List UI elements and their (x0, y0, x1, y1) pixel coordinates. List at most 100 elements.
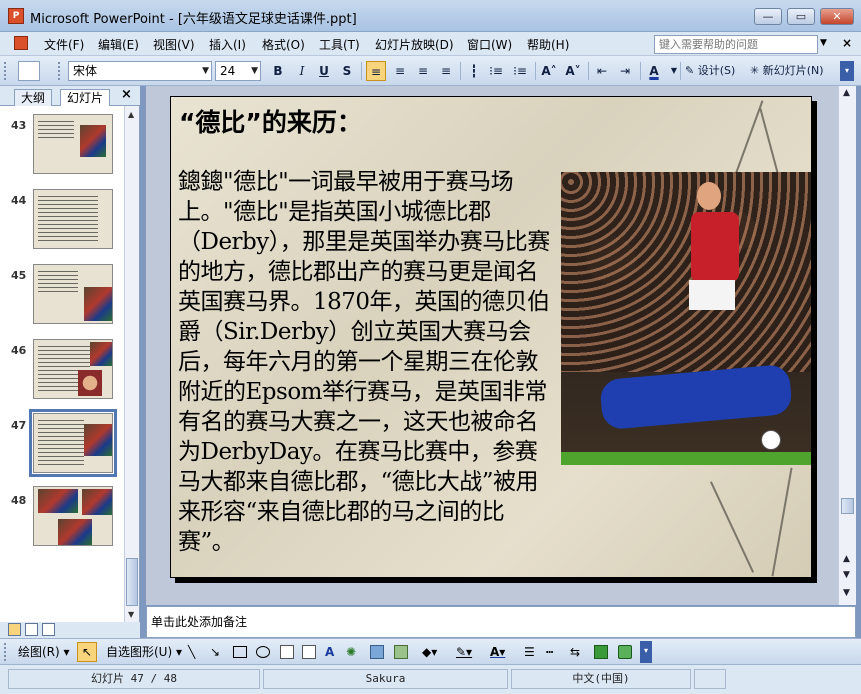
football-photo[interactable] (561, 172, 811, 465)
scroll-up-icon[interactable]: ▲ (128, 110, 134, 119)
chevron-down-icon[interactable]: ▼ (664, 61, 684, 81)
slide-vertical-scrollbar[interactable]: ▲ ▲ ▼ ▼ (838, 86, 856, 605)
slide-thumbnail-47[interactable] (29, 409, 117, 477)
font-size-select[interactable]: 24 ▼ (215, 61, 261, 81)
slides-panel-scrollbar[interactable]: ▲ ▼ (124, 106, 139, 622)
slide-thumbnail-48[interactable] (33, 486, 113, 546)
align-right-button[interactable]: ≡ (413, 61, 433, 81)
align-left-button[interactable]: ≡ (366, 61, 386, 81)
menu-help[interactable]: 帮助(H) (527, 36, 569, 53)
textbox-icon[interactable] (280, 645, 294, 659)
scroll-down-icon[interactable]: ▼ (128, 610, 134, 619)
picture-icon[interactable] (394, 645, 408, 659)
underline-button[interactable]: U (314, 61, 334, 81)
line-icon[interactable]: ╲ (188, 643, 195, 661)
tab-outline[interactable]: 大纲 (14, 89, 53, 106)
design-button[interactable]: ✎ 设计(S) (685, 61, 735, 81)
justify-button[interactable]: ≡ (436, 61, 456, 81)
slideshow-view-icon[interactable] (42, 623, 55, 636)
document-icon[interactable] (14, 36, 28, 50)
slides-panel: 大纲 幻灯片 × 43 44 45 46 47 48 ▲ ▼ (0, 86, 140, 622)
formatting-toolbar: 宋体 ▼ 24 ▼ B I U S ≡ ≡ ≡ ≡ ┇ ⁝≡ ⁝≡ A˄ A˅ … (0, 56, 861, 86)
dash-style-icon[interactable]: ┅ (546, 643, 553, 661)
drawing-toolbar: 绘图(R) ▾ ↖ 自选图形(U) ▾ ╲ ↘ A ✺ ◆▾ ✎▾ A▾ ☰ ┅… (0, 638, 861, 664)
notes-pane[interactable]: 单击此处添加备注 (146, 606, 856, 638)
slide-sorter-view-icon[interactable] (25, 623, 38, 636)
help-dropdown-icon[interactable]: ▼ (820, 38, 827, 48)
3d-style-icon[interactable] (618, 645, 632, 659)
line-color-icon[interactable]: ✎▾ (456, 643, 472, 661)
grow-font-button[interactable]: A˄ (539, 61, 559, 81)
toolbar-grip[interactable] (4, 62, 7, 80)
toolbar-grip[interactable] (4, 643, 7, 661)
toolbar-options-icon[interactable]: ▾ (640, 641, 652, 663)
arrow-icon[interactable]: ↘ (210, 643, 220, 661)
decorative-branch (709, 481, 755, 573)
tab-slides[interactable]: 幻灯片 (60, 89, 111, 106)
menu-window[interactable]: 窗口(W) (467, 36, 512, 53)
toolbar-grip[interactable] (58, 62, 61, 80)
shadow-button[interactable]: S (337, 61, 357, 81)
bullets-button[interactable]: ⁝≡ (510, 61, 530, 81)
panel-tabs: 大纲 幻灯片 × (0, 86, 140, 106)
clipart-icon[interactable] (370, 645, 384, 659)
vertical-align-icon[interactable]: ┇ (464, 61, 484, 81)
increase-indent-button[interactable]: ⇥ (615, 61, 635, 81)
menu-insert[interactable]: 插入(I) (209, 36, 246, 53)
align-center-button[interactable]: ≡ (390, 61, 410, 81)
new-slide-button[interactable]: ✳ 新幻灯片(N) (750, 61, 824, 81)
autoshapes-menu[interactable]: 自选图形(U) ▾ (106, 643, 182, 661)
menu-edit[interactable]: 编辑(E) (98, 36, 139, 53)
next-slide-icon[interactable]: ▼ (843, 570, 850, 580)
slide-thumbnail-44[interactable] (33, 189, 113, 249)
scroll-up-icon[interactable]: ▲ (843, 88, 850, 98)
menu-slideshow[interactable]: 幻灯片放映(D) (375, 36, 454, 53)
scroll-down-icon[interactable]: ▼ (843, 588, 850, 598)
draw-menu[interactable]: 绘图(R) ▾ (18, 643, 70, 661)
diagram-icon[interactable]: ✺ (346, 643, 356, 661)
new-document-icon[interactable] (18, 61, 40, 81)
italic-button[interactable]: I (292, 61, 312, 81)
shadow-style-icon[interactable] (594, 645, 608, 659)
slide-thumbnail-46[interactable] (33, 339, 113, 399)
menu-file[interactable]: 文件(F) (44, 36, 84, 53)
close-panel-button[interactable]: × (121, 87, 132, 102)
previous-slide-icon[interactable]: ▲ (843, 554, 850, 564)
current-slide[interactable]: “德比”的来历： 鏓鏓"德比"一词最早被用于赛马场上。"德比"是指英国小城德比郡… (170, 96, 812, 578)
menu-format[interactable]: 格式(O) (262, 36, 305, 53)
font-color-icon[interactable]: A▾ (490, 643, 505, 661)
wordart-icon[interactable]: A (325, 643, 334, 661)
slide-thumbnail-43[interactable] (33, 114, 113, 174)
maximize-button[interactable]: ▭ (787, 8, 815, 25)
font-color-button[interactable]: A (644, 61, 664, 81)
powerpoint-app-icon[interactable]: P (8, 8, 24, 24)
scrollbar-thumb[interactable] (126, 558, 138, 606)
thumbnail-image (58, 519, 92, 545)
help-search-input[interactable]: 键入需要帮助的问题 (654, 35, 818, 54)
close-window-button[interactable]: ✕ (820, 8, 854, 25)
close-document-button[interactable]: × (842, 36, 852, 50)
scrollbar-thumb[interactable] (841, 498, 854, 514)
notes-placeholder: 单击此处添加备注 (151, 615, 248, 629)
line-style-icon[interactable]: ☰ (524, 643, 535, 661)
slide-thumbnail-45[interactable] (33, 264, 113, 324)
normal-view-icon[interactable] (8, 623, 21, 636)
rectangle-icon[interactable] (233, 646, 247, 658)
font-name-select[interactable]: 宋体 ▼ (68, 61, 212, 81)
menu-tools[interactable]: 工具(T) (319, 36, 360, 53)
oval-icon[interactable] (256, 646, 270, 658)
select-pointer-icon[interactable]: ↖ (77, 642, 97, 662)
shrink-font-button[interactable]: A˅ (563, 61, 583, 81)
decrease-indent-button[interactable]: ⇤ (592, 61, 612, 81)
vertical-textbox-icon[interactable] (302, 645, 316, 659)
arrow-style-icon[interactable]: ⇆ (570, 643, 580, 661)
toolbar-separator (535, 62, 536, 80)
slide-title[interactable]: “德比”的来历： (179, 103, 362, 139)
numbering-button[interactable]: ⁝≡ (486, 61, 506, 81)
bold-button[interactable]: B (268, 61, 288, 81)
toolbar-options-icon[interactable]: ▾ (840, 61, 854, 81)
slide-body-text[interactable]: 鏓鏓"德比"一词最早被用于赛马场上。"德比"是指英国小城德比郡（Derby），那… (178, 167, 554, 557)
minimize-button[interactable]: — (754, 8, 782, 25)
fill-color-icon[interactable]: ◆▾ (422, 643, 437, 661)
menu-view[interactable]: 视图(V) (153, 36, 195, 53)
